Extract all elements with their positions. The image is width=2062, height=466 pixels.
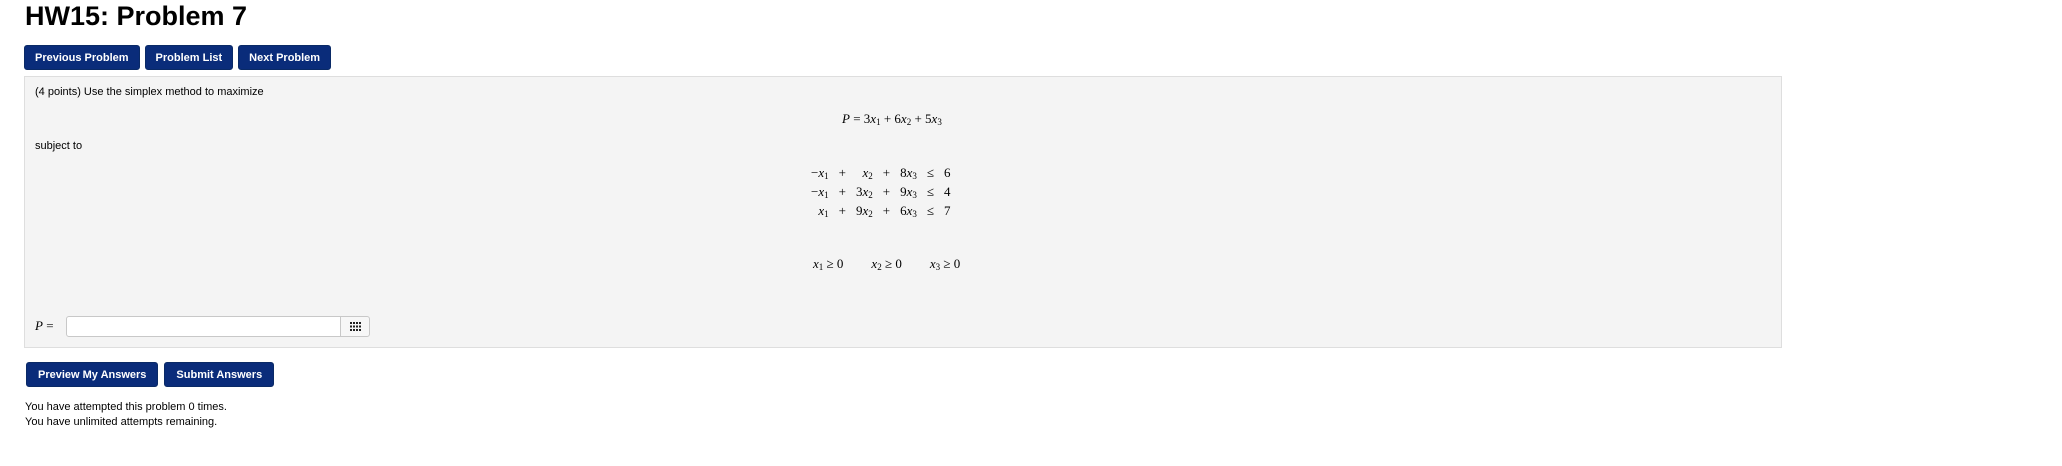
equation-editor-button[interactable]	[340, 316, 370, 337]
attempts-remaining: You have unlimited attempts remaining.	[25, 416, 218, 428]
constraint-row: x1 + 9x2 + 6x3 ≤ 7	[818, 202, 951, 219]
problem-panel: (4 points) Use the simplex method to max…	[24, 76, 1782, 348]
objective-lhs: P	[842, 111, 850, 126]
nonneg-x1: x1 ≥ 0	[813, 256, 844, 272]
next-problem-button[interactable]: Next Problem	[238, 45, 332, 70]
constraint-row: −x1 + x2 + 8x3 ≤ 6	[811, 164, 951, 181]
grid-icon	[349, 318, 361, 336]
problem-statement: (4 points) Use the simplex method to max…	[35, 86, 264, 98]
preview-answers-button[interactable]: Preview My Answers	[26, 362, 159, 387]
submit-answers-button[interactable]: Submit Answers	[164, 362, 275, 387]
constraints-table: −x1 + x2 + 8x3 ≤ 6 −x1 + 3x2 + 9x3 ≤ 4 x…	[806, 163, 956, 220]
problem-navigation: Previous Problem Problem List Next Probl…	[24, 45, 332, 70]
attempts-count: You have attempted this problem 0 times.	[25, 401, 227, 413]
answer-input[interactable]	[66, 316, 341, 337]
objective-function: P = 3x1 + 6x2 + 5x3	[842, 111, 942, 127]
problem-list-button[interactable]: Problem List	[144, 45, 234, 70]
attempts-info: You have attempted this problem 0 times.…	[25, 400, 227, 430]
nonneg-x3: x3 ≥ 0	[929, 256, 961, 272]
answer-actions: Preview My Answers Submit Answers	[26, 362, 275, 387]
nonnegativity-constraints: x1 ≥ 0 x2 ≥ 0 x3 ≥ 0	[813, 256, 960, 272]
answer-label: P =	[35, 318, 54, 333]
previous-problem-button[interactable]: Previous Problem	[24, 45, 140, 70]
nonneg-x2: x2 ≥ 0	[871, 256, 902, 272]
subject-to-label: subject to	[35, 140, 83, 152]
page-title: HW15: Problem 7	[25, 1, 248, 31]
constraint-row: −x1 + 3x2 + 9x3 ≤ 4	[811, 183, 951, 200]
